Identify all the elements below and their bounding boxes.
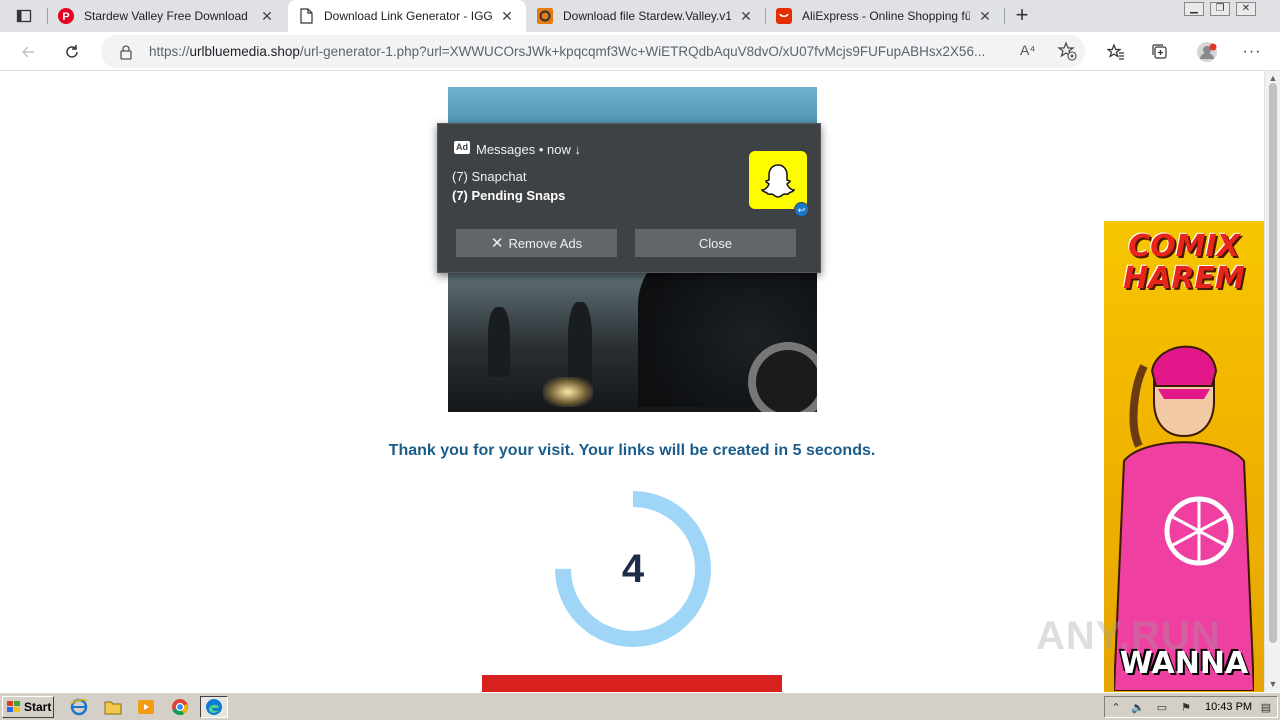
- action-center-flag-icon[interactable]: ⚑: [1179, 701, 1193, 715]
- settings-menu-button[interactable]: ···: [1238, 38, 1266, 66]
- favorites-button[interactable]: [1102, 38, 1130, 66]
- pinterest-icon: P: [58, 8, 74, 24]
- start-label: Start: [24, 700, 52, 714]
- tab-actions-button[interactable]: [8, 4, 40, 28]
- clock[interactable]: 10:43 PM: [1205, 701, 1252, 713]
- start-button[interactable]: Start: [2, 696, 54, 718]
- svg-text:P: P: [62, 11, 69, 23]
- countdown-ring: 4: [553, 489, 713, 649]
- more-options-icon: ···: [1242, 43, 1262, 60]
- close-popup-button[interactable]: Close: [635, 229, 796, 257]
- close-label: Close: [698, 235, 733, 251]
- profile-button[interactable]: [1193, 38, 1221, 66]
- tab-stardew-pinterest[interactable]: P Stardew Valley Free Download (v1. ✕: [48, 0, 286, 32]
- url-text[interactable]: https://urlbluemedia.shop/url-generator-…: [149, 44, 1009, 59]
- edge-taskbar-button[interactable]: [200, 696, 228, 718]
- restore-button[interactable]: ❐: [1210, 2, 1230, 16]
- close-tab-icon[interactable]: ✕: [976, 7, 994, 25]
- snapchat-ghost-icon: [749, 151, 807, 209]
- ad-brand-line-1: COMIX: [1128, 229, 1240, 264]
- file-explorer-icon[interactable]: [104, 698, 122, 716]
- close-tab-icon[interactable]: ✕: [737, 7, 755, 25]
- show-hidden-icons-icon[interactable]: ⌃: [1109, 701, 1123, 715]
- remove-ads-label: Remove Ads: [508, 235, 583, 251]
- reply-badge-icon: ↩: [794, 202, 809, 217]
- url-scheme: https://: [149, 44, 190, 59]
- popup-line-2: (7) Pending Snaps: [452, 188, 566, 203]
- tab-strip: P Stardew Valley Free Download (v1. ✕ Do…: [0, 0, 1280, 32]
- close-x-icon: ✕: [490, 235, 504, 252]
- url-path: /url-generator-1.php?url=XWWUCOrsJWk+kpq…: [299, 44, 986, 59]
- tab-aliexpress[interactable]: AliExpress - Online Shopping für ✕: [766, 0, 1004, 32]
- add-favorite-icon[interactable]: [1057, 41, 1077, 66]
- tab-separator: [47, 8, 48, 24]
- page-content: Thank you for your visit. Your links wil…: [0, 71, 1264, 692]
- tab-title: Download Link Generator - IGGG: [324, 9, 492, 23]
- address-bar[interactable]: https://urlbluemedia.shop/url-generator-…: [101, 35, 1085, 68]
- countdown-message: Thank you for your visit. Your links wil…: [388, 442, 876, 459]
- refresh-icon: [66, 45, 78, 58]
- back-button[interactable]: [14, 38, 42, 66]
- vertical-scrollbar[interactable]: ▲ ▼: [1264, 71, 1280, 692]
- tab-actions-icon: [16, 9, 32, 23]
- igg-icon: [537, 8, 553, 24]
- media-player-icon[interactable]: [137, 698, 155, 716]
- notification-icon[interactable]: ▤: [1259, 701, 1273, 715]
- page-icon: [298, 8, 314, 24]
- scroll-thumb[interactable]: [1269, 83, 1277, 643]
- ad-brand-line-2: HAREM: [1123, 261, 1245, 296]
- chrome-icon[interactable]: [171, 698, 189, 716]
- popup-line-1: (7) Snapchat: [452, 169, 527, 184]
- system-tray: ⌃ 🔈 ▭ ⚑ 10:43 PM ▤: [1104, 696, 1278, 718]
- tab-separator: [765, 8, 766, 24]
- snapchat-ad-popup: Ad Messages • now ↓ (7) Snapchat (7) Pen…: [437, 123, 821, 273]
- tab-download-link-generator[interactable]: Download Link Generator - IGGG ✕: [288, 0, 526, 32]
- internet-explorer-icon[interactable]: [70, 698, 88, 716]
- tab-title: Stardew Valley Free Download (v1.: [84, 9, 252, 23]
- avatar: [1197, 42, 1217, 62]
- tab-separator: [1004, 8, 1005, 24]
- url-domain: urlbluemedia.shop: [189, 44, 300, 59]
- ad-badge: Ad: [454, 141, 470, 154]
- tab-title: AliExpress - Online Shopping für: [802, 9, 970, 23]
- scroll-up-icon[interactable]: ▲: [1268, 73, 1278, 83]
- favorites-icon: [1107, 43, 1124, 60]
- lock-icon[interactable]: [119, 44, 133, 60]
- edge-icon: [206, 699, 222, 715]
- collections-button[interactable]: [1146, 38, 1174, 66]
- ad-brand-title: COMIX HAREM: [1104, 231, 1264, 295]
- browser-toolbar: https://urlbluemedia.shop/url-generator-…: [0, 32, 1280, 71]
- popup-header: Messages • now ↓: [476, 142, 581, 157]
- anyrun-watermark: ANY.RUN: [1036, 614, 1221, 658]
- network-icon[interactable]: ▭: [1155, 701, 1169, 715]
- refresh-button[interactable]: [58, 38, 86, 66]
- volume-icon[interactable]: 🔈: [1131, 701, 1145, 715]
- download-banner[interactable]: [482, 675, 782, 692]
- browser-window: P Stardew Valley Free Download (v1. ✕ Do…: [0, 0, 1280, 692]
- aliexpress-icon: [776, 8, 792, 24]
- scroll-down-icon[interactable]: ▼: [1268, 679, 1278, 689]
- new-tab-button[interactable]: +: [1010, 4, 1034, 28]
- minimize-button[interactable]: ▁: [1184, 2, 1204, 16]
- windows-flag-icon: [7, 701, 20, 712]
- read-aloud-icon[interactable]: A⁴: [1020, 42, 1035, 58]
- close-tab-icon[interactable]: ✕: [258, 7, 276, 25]
- tab-title: Download file Stardew.Valley.v1.(: [563, 9, 731, 23]
- back-arrow-icon: [21, 46, 34, 58]
- collections-icon: [1152, 44, 1167, 59]
- windows-taskbar: Start ⌃ 🔈 ▭ ⚑ 10:43 PM ▤: [0, 692, 1280, 720]
- close-window-button[interactable]: ✕: [1236, 2, 1256, 16]
- close-tab-icon[interactable]: ✕: [498, 7, 516, 25]
- countdown-number: 4: [621, 546, 645, 591]
- remove-ads-button[interactable]: ✕ Remove Ads: [456, 229, 617, 257]
- tab-download-file[interactable]: Download file Stardew.Valley.v1.( ✕: [527, 0, 765, 32]
